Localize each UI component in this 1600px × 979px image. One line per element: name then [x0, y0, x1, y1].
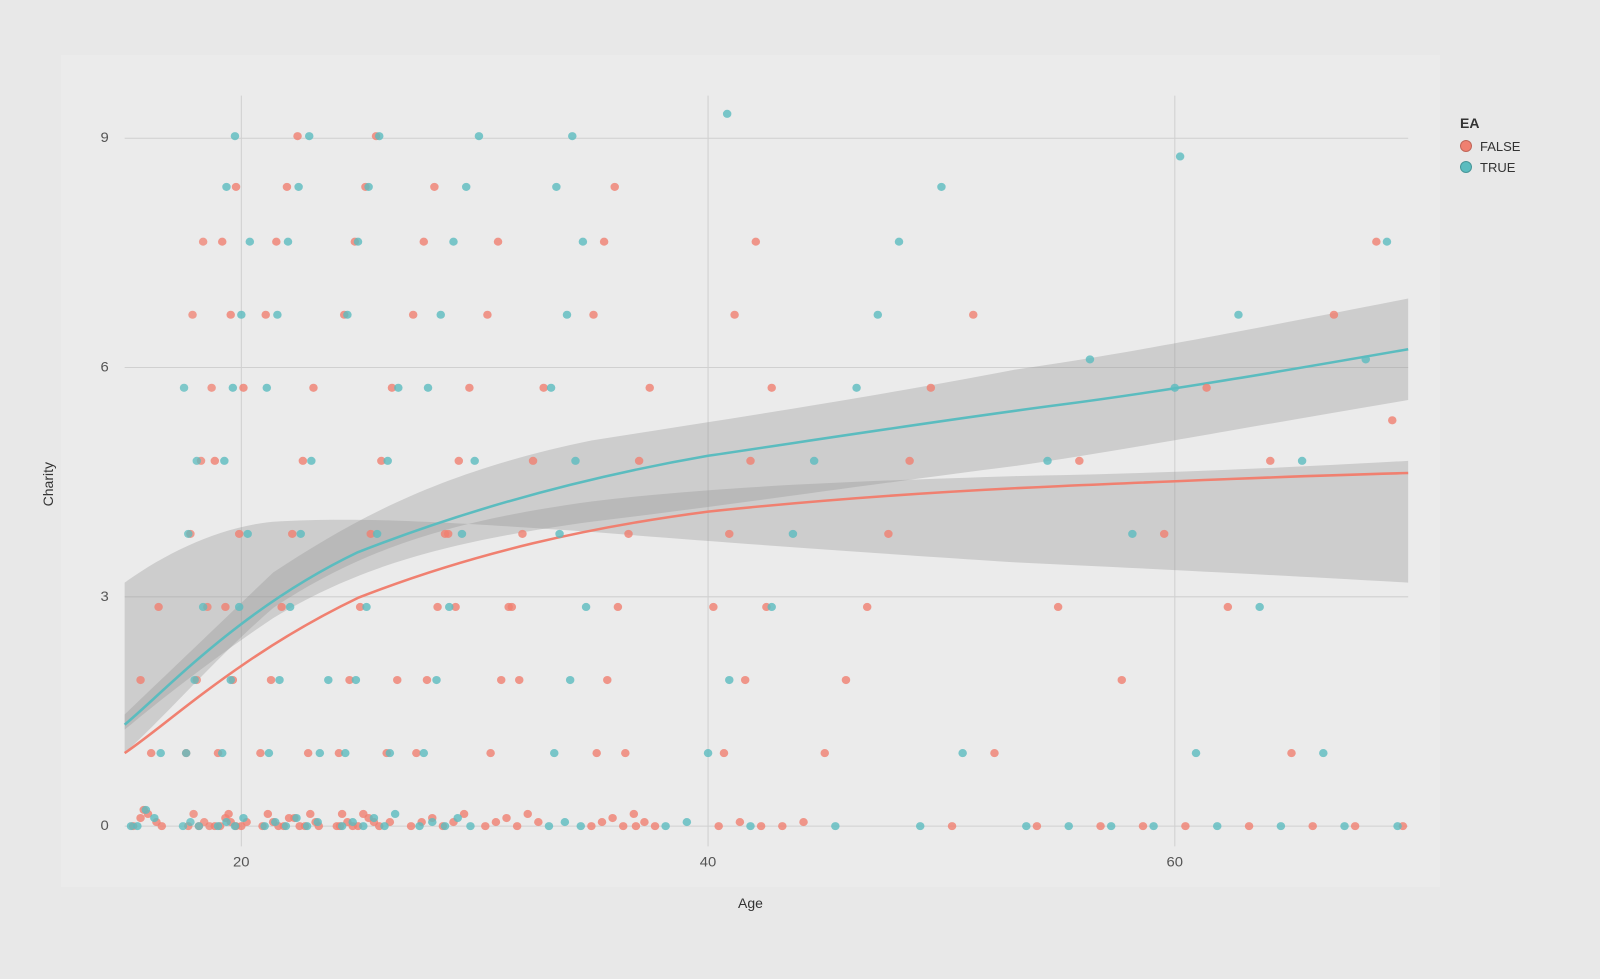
legend-dot-false	[1460, 140, 1472, 152]
plot-area-wrapper: 0 3 6 9 20 40 60	[61, 55, 1440, 915]
scatter-plot-svg: 0 3 6 9 20 40 60	[61, 55, 1440, 887]
svg-text:3: 3	[100, 589, 108, 605]
svg-text:60: 60	[1167, 854, 1184, 870]
legend-item-true: TRUE	[1460, 160, 1540, 175]
legend-dot-true	[1460, 161, 1472, 173]
legend-title: EA	[1460, 115, 1540, 131]
legend-label-false: FALSE	[1480, 139, 1520, 154]
y-axis-label: Charity	[40, 462, 56, 506]
svg-text:9: 9	[100, 130, 108, 146]
legend: EA FALSE TRUE	[1440, 55, 1560, 915]
svg-text:6: 6	[100, 359, 108, 375]
chart-wrapper: Charity	[20, 25, 1580, 955]
legend-item-false: FALSE	[1460, 139, 1540, 154]
legend-label-true: TRUE	[1480, 160, 1515, 175]
chart-container: Charity	[20, 25, 1580, 955]
x-axis-label: Age	[61, 887, 1440, 915]
svg-text:40: 40	[700, 854, 717, 870]
plot-area: 0 3 6 9 20 40 60	[61, 55, 1440, 887]
chart-and-legend: 0 3 6 9 20 40 60	[61, 55, 1560, 915]
svg-text:20: 20	[233, 854, 250, 870]
svg-text:0: 0	[100, 818, 108, 834]
